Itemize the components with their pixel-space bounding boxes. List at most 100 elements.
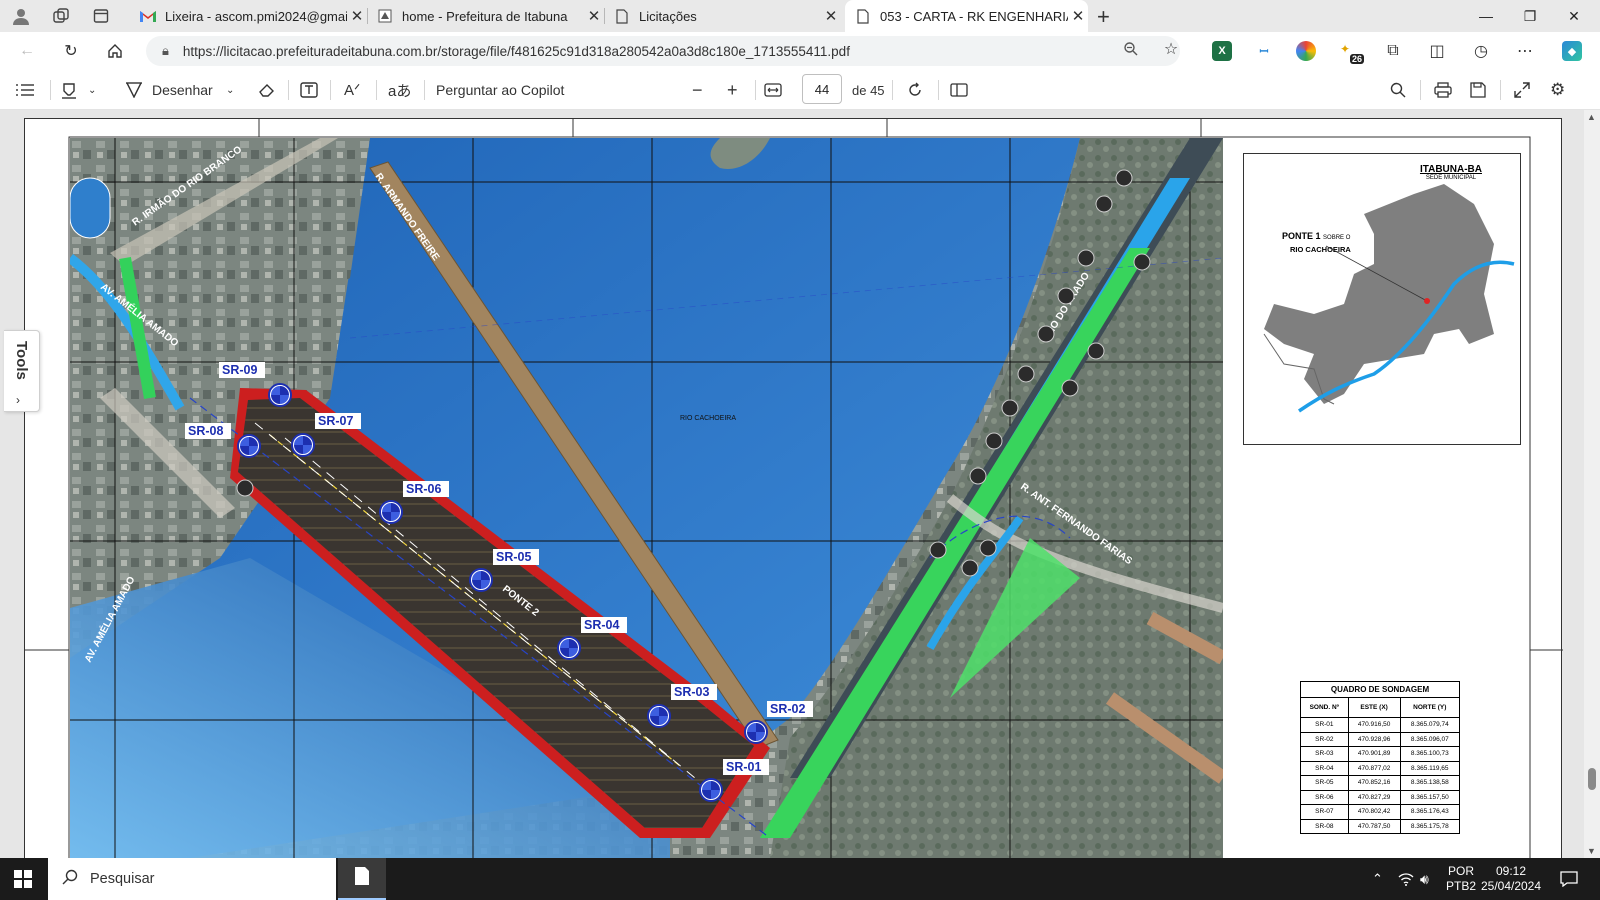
table-cell: SR-01	[1300, 717, 1349, 733]
split-screen-icon[interactable]: ◫	[1426, 40, 1448, 62]
zoom-icon[interactable]	[1120, 38, 1142, 60]
scroll-down-icon[interactable]: ▼	[1587, 846, 1596, 856]
copilot-icon[interactable]: ◆	[1562, 41, 1582, 61]
favorite-star-icon[interactable]: ☆	[1160, 38, 1182, 60]
tab-label: 053 - CARTA - RK ENGENHARIA	[880, 8, 1068, 24]
highlight-icon[interactable]	[60, 70, 78, 110]
table-cell: SR-06	[1300, 789, 1349, 805]
scroll-up-icon[interactable]: ▲	[1587, 112, 1596, 122]
chevron-down-icon[interactable]: ⌄	[88, 70, 96, 110]
table-cell: 8.365.138,58	[1399, 775, 1461, 791]
rotate-icon[interactable]	[906, 70, 924, 110]
settings-gear-icon[interactable]: ⚙	[1550, 70, 1565, 110]
chevron-down-icon[interactable]: ⌄	[226, 70, 234, 110]
table-cell: 8.365.176,43	[1399, 804, 1461, 820]
borehole-marker: SR-01	[699, 759, 769, 802]
close-tab-icon[interactable]: ✕	[1068, 7, 1088, 25]
draw-label: Desenhar	[152, 82, 213, 98]
tab-licitacoes[interactable]: Licitações ✕	[604, 0, 841, 32]
tab-actions-icon[interactable]	[90, 5, 112, 27]
zoom-in-button[interactable]: +	[727, 70, 738, 110]
page-total-label: de 45	[852, 82, 885, 98]
text-box-icon[interactable]	[300, 70, 318, 110]
scrollbar-thumb[interactable]	[1588, 768, 1596, 790]
lock-icon[interactable]: 🔒︎	[162, 43, 169, 59]
close-tab-icon[interactable]: ✕	[584, 7, 604, 25]
read-aloud-icon[interactable]: Aᐟ	[344, 70, 360, 110]
lang-line1: POR	[1448, 864, 1475, 878]
more-menu-icon[interactable]: ⋯	[1514, 40, 1536, 62]
search-icon[interactable]	[1390, 70, 1406, 110]
page-view-icon[interactable]	[950, 70, 968, 110]
borehole-marker: SR-07	[291, 413, 361, 457]
notifications-icon[interactable]	[1560, 858, 1578, 900]
tab-prefeitura[interactable]: home - Prefeitura de Itabuna ✕	[367, 0, 605, 32]
extension-icon[interactable]: ꟷ	[1254, 41, 1274, 61]
table-cell: 8.365.175,78	[1399, 818, 1461, 834]
close-window-button[interactable]: ✕	[1552, 0, 1596, 32]
contents-icon[interactable]	[16, 70, 34, 110]
save-icon[interactable]	[1470, 70, 1486, 110]
divider	[330, 80, 331, 100]
clock[interactable]: 09:12 25/04/2024	[1480, 858, 1542, 900]
tray-chevron-up-icon[interactable]: ⌃	[1372, 858, 1383, 900]
borehole-label: SR-08	[188, 424, 223, 438]
history-icon[interactable]: ◷	[1470, 40, 1492, 62]
chrome-extension-icon[interactable]	[1296, 41, 1316, 61]
wifi-icon[interactable]	[1398, 858, 1414, 900]
table-row: SR-03 470.901,89 8.365.100,73	[1300, 746, 1461, 762]
tab-carta-active[interactable]: 053 - CARTA - RK ENGENHARIA ✕	[845, 0, 1088, 32]
tools-tab[interactable]: Tools ›	[4, 330, 40, 412]
maximize-button[interactable]: ❐	[1508, 0, 1552, 32]
borehole-label: SR-04	[584, 618, 619, 632]
pdf-viewer[interactable]: RIO CACHOEIRA PONTE 2 R. IRMÃO DO RIO BR…	[0, 110, 1600, 858]
page-number-input[interactable]: 44	[802, 74, 842, 104]
draw-button[interactable]: Desenhar	[126, 70, 213, 110]
clock-time: 09:12	[1495, 864, 1527, 878]
table-cell: 8.365.119,65	[1399, 760, 1461, 776]
print-icon[interactable]	[1434, 70, 1452, 110]
table-cell: 470.901,89	[1347, 746, 1401, 762]
table-row: SR-05 470.852,16 8.365.138,58	[1300, 775, 1461, 791]
tools-label: Tools	[13, 341, 30, 380]
divider	[1500, 80, 1501, 100]
ask-copilot-button[interactable]: Perguntar ao Copilot	[436, 70, 564, 110]
profile-icon[interactable]	[10, 5, 32, 27]
fit-width-icon[interactable]	[764, 70, 782, 110]
borehole-marker: SR-03	[647, 684, 717, 728]
translate-icon[interactable]: aあ	[388, 70, 411, 110]
workspaces-icon[interactable]	[50, 5, 72, 27]
volume-icon[interactable]: 🔊︎	[1420, 858, 1429, 900]
table-cell: 470.916,50	[1347, 717, 1401, 733]
table-row: SR-01 470.916,50 8.365.079,74	[1300, 717, 1461, 733]
table-header: NORTE (Y)	[1399, 697, 1461, 718]
zoom-out-button[interactable]: −	[692, 70, 703, 110]
taskbar-search[interactable]: Pesquisar	[48, 858, 336, 900]
divider	[755, 80, 756, 100]
chevron-right-icon: ›	[16, 393, 20, 407]
divider	[424, 80, 425, 100]
tab-gmail[interactable]: Lixeira - ascom.pmi2024@gmail. ✕	[130, 0, 368, 32]
back-icon[interactable]: ←	[16, 40, 38, 62]
minimize-button[interactable]: —	[1464, 0, 1508, 32]
fullscreen-icon[interactable]	[1514, 70, 1530, 110]
extensions-icon[interactable]: ⧉	[1382, 40, 1404, 62]
table-cell: SR-02	[1300, 731, 1349, 747]
language-indicator[interactable]: POR PTB2	[1446, 858, 1476, 900]
site-map: RIO CACHOEIRA PONTE 2 R. IRMÃO DO RIO BR…	[70, 138, 1223, 858]
excel-extension-icon[interactable]: X	[1212, 41, 1232, 61]
draw-icon	[126, 80, 142, 101]
new-tab-button[interactable]: +	[1097, 4, 1110, 30]
home-icon[interactable]	[104, 40, 126, 62]
table-cell: 8.365.096,07	[1399, 731, 1461, 747]
vertical-scrollbar[interactable]: ▲ ▼	[1584, 110, 1600, 858]
address-bar[interactable]: 🔒︎ https://licitacao.prefeituradeitabuna…	[146, 36, 1180, 66]
eraser-icon[interactable]	[258, 70, 276, 110]
taskbar-app-file-explorer[interactable]	[338, 858, 386, 900]
close-tab-icon[interactable]: ✕	[347, 7, 367, 25]
badge-extension-icon[interactable]: ✦ 26	[1338, 41, 1364, 64]
close-tab-icon[interactable]: ✕	[821, 7, 841, 25]
borehole-marker: SR-08	[185, 423, 261, 458]
refresh-icon[interactable]: ↻	[60, 40, 82, 62]
windows-start-icon[interactable]	[14, 870, 32, 893]
